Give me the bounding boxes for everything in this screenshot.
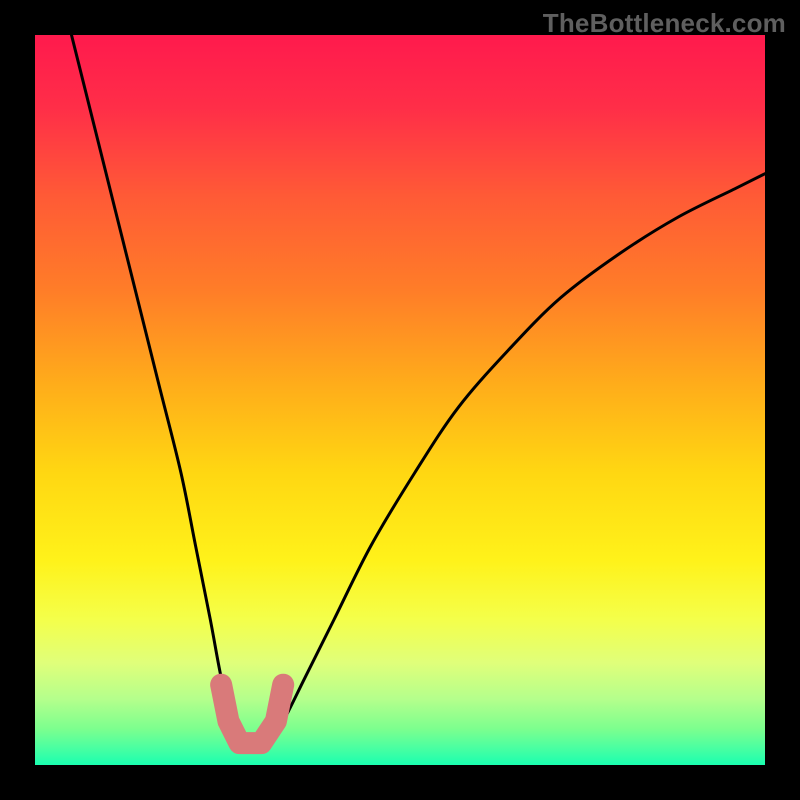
plot-area <box>35 35 765 765</box>
gradient-background <box>35 35 765 765</box>
watermark-text: TheBottleneck.com <box>543 8 786 39</box>
bottleneck-chart <box>35 35 765 765</box>
chart-frame: TheBottleneck.com <box>0 0 800 800</box>
